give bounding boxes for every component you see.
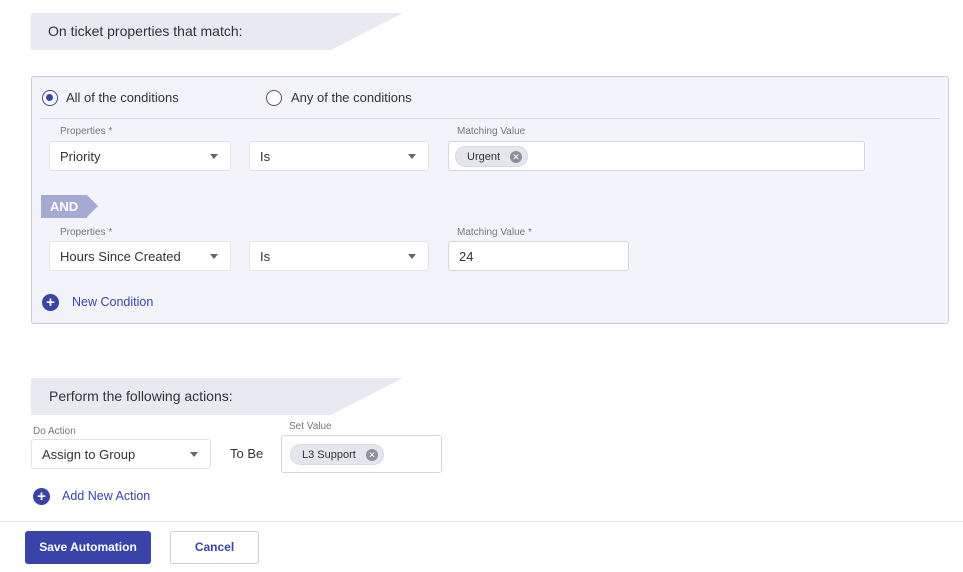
and-joiner-tag: AND	[41, 195, 98, 218]
operator-select-2[interactable]: Is	[249, 241, 429, 271]
chevron-down-icon	[210, 254, 218, 259]
set-value-label: Set Value	[289, 421, 332, 432]
chip-label: Urgent	[467, 151, 501, 163]
do-action-label: Do Action	[33, 426, 76, 437]
actions-section-title: Perform the following actions:	[49, 388, 233, 404]
chevron-down-icon	[190, 452, 198, 457]
operator-select-2-value: Is	[260, 249, 271, 264]
to-be-label: To Be	[230, 446, 264, 461]
matching-value-2-text: 24	[459, 249, 474, 264]
save-automation-button[interactable]: Save Automation	[25, 531, 151, 564]
chevron-down-icon	[408, 154, 416, 159]
radio-all-conditions-label[interactable]: All of the conditions	[66, 90, 179, 105]
property-select-2[interactable]: Hours Since Created	[49, 241, 231, 271]
operator-select-1-value: Is	[260, 149, 271, 164]
new-condition-link[interactable]: New Condition	[72, 295, 153, 309]
matching-value-field-2[interactable]: 24	[448, 241, 629, 271]
close-circle-icon[interactable]: ✕	[366, 449, 378, 461]
chevron-down-icon	[210, 154, 218, 159]
close-circle-icon[interactable]: ✕	[510, 151, 522, 163]
property-select-1[interactable]: Priority	[49, 141, 231, 171]
value-chip-urgent: Urgent ✕	[455, 146, 528, 167]
conditions-panel: All of the conditions Any of the conditi…	[31, 76, 949, 324]
radio-any-conditions[interactable]	[266, 90, 282, 106]
do-action-select-value: Assign to Group	[42, 447, 136, 462]
and-joiner-label: AND	[50, 199, 79, 214]
property-select-1-value: Priority	[60, 149, 101, 164]
conditions-section-header: On ticket properties that match:	[31, 13, 403, 50]
value-chip-l3-support: L3 Support ✕	[290, 444, 384, 465]
plus-circle-icon[interactable]: +	[42, 294, 59, 311]
set-value-field[interactable]: L3 Support ✕	[281, 435, 442, 473]
chip-label: L3 Support	[302, 449, 356, 461]
plus-circle-icon[interactable]: +	[33, 488, 50, 505]
chevron-down-icon	[408, 254, 416, 259]
matching-value-label-1: Matching Value	[457, 126, 526, 137]
add-new-action-link[interactable]: Add New Action	[62, 489, 150, 503]
radio-any-conditions-label[interactable]: Any of the conditions	[291, 90, 412, 105]
cancel-button[interactable]: Cancel	[170, 531, 259, 564]
footer-divider	[0, 521, 963, 522]
property-label-1: Properties *	[60, 126, 113, 137]
radio-all-conditions[interactable]	[42, 90, 58, 106]
property-select-2-value: Hours Since Created	[60, 249, 181, 264]
do-action-select[interactable]: Assign to Group	[31, 439, 211, 469]
conditions-section-title: On ticket properties that match:	[48, 23, 243, 39]
property-label-2: Properties *	[60, 227, 113, 238]
matching-value-field-1[interactable]: Urgent ✕	[448, 141, 865, 171]
matching-value-label-2: Matching Value *	[457, 227, 532, 238]
divider	[40, 118, 940, 119]
operator-select-1[interactable]: Is	[249, 141, 429, 171]
actions-section-header: Perform the following actions:	[31, 378, 403, 415]
